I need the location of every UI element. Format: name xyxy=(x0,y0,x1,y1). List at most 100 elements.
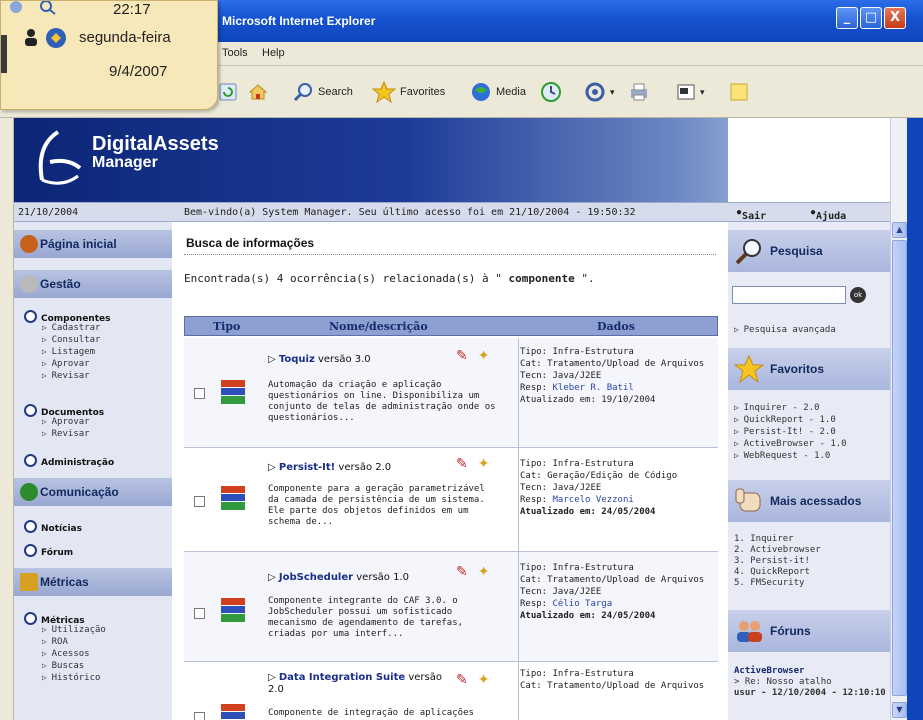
scroll-up-button[interactable]: ▲ xyxy=(892,222,907,238)
nav-doc-aprovar[interactable]: Aprovar xyxy=(42,416,90,428)
nav-noticias[interactable]: Notícias xyxy=(24,520,82,534)
resp-link[interactable]: Célio Targa xyxy=(553,599,613,609)
approve-icon[interactable]: ✦ xyxy=(478,456,490,472)
favorites-button[interactable]: Favorites xyxy=(372,80,445,104)
col-nome: Nome/descrição xyxy=(329,320,428,333)
most-accessed-item[interactable]: 4. QuickReport xyxy=(734,567,821,578)
home-button[interactable] xyxy=(248,80,272,104)
nav-historico[interactable]: Histórico xyxy=(42,672,106,684)
help-link[interactable]: ● Ajuda xyxy=(810,207,846,222)
nav-roa[interactable]: ROA xyxy=(42,636,106,648)
component-name[interactable]: Persist-It! xyxy=(279,462,335,473)
favorites-panel-header: Favoritos xyxy=(728,348,890,390)
menu-help[interactable]: Help xyxy=(262,47,285,59)
advanced-search-link[interactable]: Pesquisa avançada xyxy=(734,324,836,336)
main-content: Busca de informações Encontrada(s) 4 oco… xyxy=(184,222,718,720)
component-name[interactable]: Data Integration Suite xyxy=(279,672,405,683)
media-button[interactable]: Media xyxy=(470,80,526,104)
component-name-line[interactable]: ▷ JobScheduler versão 1.0 xyxy=(268,572,409,583)
print-button[interactable] xyxy=(628,80,654,104)
refresh-button[interactable] xyxy=(218,80,242,104)
nav-administracao[interactable]: Administração xyxy=(24,454,114,468)
componentes-submenu: Cadastrar Consultar Listagem Aprovar Rev… xyxy=(42,322,101,382)
component-name-line[interactable]: ▷ Data Integration Suite versão 2.0 xyxy=(268,672,458,696)
row-checkbox[interactable] xyxy=(194,496,205,507)
minimize-button[interactable]: _ xyxy=(836,7,858,29)
clock-date: 9/4/2007 xyxy=(109,63,168,80)
search-button[interactable]: Search xyxy=(292,80,353,104)
component-name[interactable]: JobScheduler xyxy=(279,572,353,583)
edit-tool-icon[interactable]: ✎ xyxy=(456,456,468,472)
search-go-button[interactable]: ok xyxy=(850,287,866,303)
row-divider xyxy=(518,662,519,720)
edit-tool-icon[interactable]: ✎ xyxy=(456,564,468,580)
results-prefix: Encontrada(s) 4 ocorrência(s) relacionad… xyxy=(184,272,509,285)
resp-link[interactable]: Marcelo Vezzoni xyxy=(553,495,634,505)
most-accessed-item[interactable]: 5. FMSecurity xyxy=(734,578,821,589)
title-divider xyxy=(184,254,716,255)
favorite-item[interactable]: QuickReport - 1.0 xyxy=(734,414,847,426)
favorite-item[interactable]: WebRequest - 1.0 xyxy=(734,450,847,462)
edit-tool-icon[interactable]: ✎ xyxy=(456,672,468,688)
most-accessed-item[interactable]: 1. Inquirer xyxy=(734,534,821,545)
results-suffix: ". xyxy=(574,272,595,285)
scroll-down-button[interactable]: ▼ xyxy=(892,702,907,718)
search-input[interactable] xyxy=(732,286,846,304)
history-button[interactable] xyxy=(540,80,566,104)
forum-topic-link[interactable]: ActiveBrowser xyxy=(734,666,886,677)
menu-tools[interactable]: Tools xyxy=(222,47,248,59)
clock-day: segunda-feira xyxy=(79,29,171,46)
data-tecn: Tecn: Java/J2EE xyxy=(520,587,602,597)
component-data: Tipo: Infra-Estrutura Cat: Tratamento/Up… xyxy=(520,668,710,692)
nav-gestao[interactable]: Gestão xyxy=(14,270,172,298)
edit-button[interactable]: ▾ xyxy=(676,80,705,104)
nav-forum[interactable]: Fórum xyxy=(24,544,73,558)
nav-listagem[interactable]: Listagem xyxy=(42,346,100,358)
maximize-button[interactable]: □ xyxy=(860,7,882,29)
approve-icon[interactable]: ✦ xyxy=(478,672,490,688)
communication-icon xyxy=(20,483,38,501)
discuss-button[interactable] xyxy=(728,80,754,104)
most-accessed-item[interactable]: 3. Persist-it! xyxy=(734,556,821,567)
nav-cadastrar[interactable]: Cadastrar xyxy=(42,322,101,334)
forum-post[interactable]: > Re: Nosso atalho xyxy=(734,677,886,688)
nav-revisar[interactable]: Revisar xyxy=(42,370,100,382)
mail-dropdown-icon[interactable]: ▾ xyxy=(610,87,615,98)
nav-doc-revisar[interactable]: Revisar xyxy=(42,428,90,440)
site-banner: DigitalAssets Manager xyxy=(14,118,890,202)
component-name-line[interactable]: ▷ Toquiz versão 3.0 xyxy=(268,354,371,365)
nav-utilizacao[interactable]: Utilização xyxy=(42,624,106,636)
scroll-thumb[interactable] xyxy=(892,240,907,696)
nav-consultar[interactable]: Consultar xyxy=(42,334,101,346)
search-label: Search xyxy=(318,86,353,98)
most-accessed-item[interactable]: 2. Activebrowser xyxy=(734,545,821,556)
row-checkbox[interactable] xyxy=(194,712,205,720)
edit-dropdown-icon[interactable]: ▾ xyxy=(700,87,705,98)
nav-metricas-head[interactable]: Métricas xyxy=(14,568,172,596)
vertical-scrollbar[interactable]: ▲ ▼ xyxy=(890,118,907,720)
nav-buscas[interactable]: Buscas xyxy=(42,660,106,672)
resp-link[interactable]: Kleber R. Batil xyxy=(553,383,634,393)
nav-comunicacao[interactable]: Comunicação xyxy=(14,478,172,506)
component-name[interactable]: Toquiz xyxy=(279,354,315,365)
favorite-item[interactable]: Inquirer - 2.0 xyxy=(734,402,847,414)
tray-edge-icon xyxy=(1,35,7,73)
row-checkbox[interactable] xyxy=(194,608,205,619)
edit-tool-icon[interactable]: ✎ xyxy=(456,348,468,364)
row-checkbox[interactable] xyxy=(194,388,205,399)
close-button[interactable]: X xyxy=(884,7,906,29)
favorite-item[interactable]: Persist-It! - 2.0 xyxy=(734,426,847,438)
exit-link[interactable]: ● Sair xyxy=(736,207,766,222)
nav-home[interactable]: Página inicial xyxy=(14,230,172,258)
home-section-icon xyxy=(20,235,38,253)
component-name-line[interactable]: ▷ Persist-It! versão 2.0 xyxy=(268,462,391,473)
mail-button[interactable]: ▾ xyxy=(584,80,615,104)
row-divider xyxy=(518,552,519,661)
nav-aprovar[interactable]: Aprovar xyxy=(42,358,100,370)
nav-acessos[interactable]: Acessos xyxy=(42,648,106,660)
favorite-item[interactable]: ActiveBrowser - 1.0 xyxy=(734,438,847,450)
approve-icon[interactable]: ✦ xyxy=(478,348,490,364)
data-tipo: Tipo: Infra-Estrutura xyxy=(520,669,634,679)
most-accessed-list: 1. Inquirer 2. Activebrowser 3. Persist-… xyxy=(734,534,821,589)
approve-icon[interactable]: ✦ xyxy=(478,564,490,580)
